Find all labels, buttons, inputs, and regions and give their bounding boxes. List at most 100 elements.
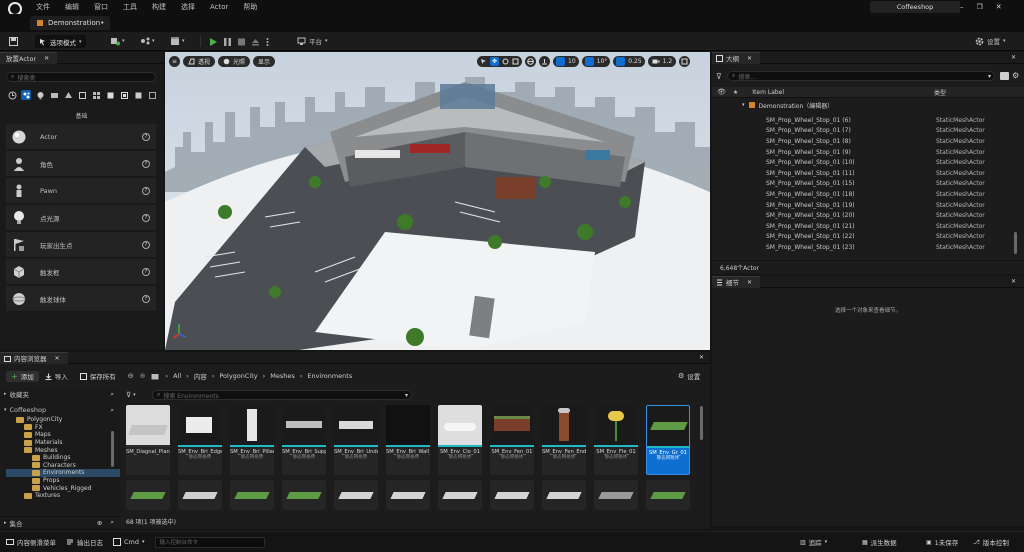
save-all-button[interactable]: 保存所有	[79, 371, 116, 381]
trace-button[interactable]: ▥ 追踪 ▾	[800, 537, 827, 548]
geometry-category-icon[interactable]	[77, 90, 87, 100]
breadcrumb-item[interactable]: Environments	[307, 372, 352, 380]
item-label-column[interactable]: Item Label	[752, 89, 784, 96]
maximize-icon[interactable]: ❐	[977, 3, 983, 11]
menu-file[interactable]: 文件	[36, 2, 50, 12]
lights-category-icon[interactable]	[35, 90, 45, 100]
place-actors-tab[interactable]: 放置Actor ✕	[0, 51, 58, 64]
derived-data-button[interactable]: ▦ 派生数据	[862, 537, 897, 548]
pause-icon[interactable]	[223, 37, 232, 47]
tree-folder[interactable]: Buildings	[6, 454, 120, 462]
add-filter-icon[interactable]: ⊽	[716, 72, 722, 81]
help-icon[interactable]: ?	[142, 159, 150, 168]
outliner-row[interactable]: SM_Prop_Wheel_Stop_01 (8) StaticMeshActor	[712, 136, 1012, 147]
actor-item-character[interactable]: 角色 ?	[6, 151, 156, 177]
outliner-row[interactable]: SM_Prop_Wheel_Stop_01 (18) StaticMeshActo…	[712, 189, 1012, 200]
viewport-options-button[interactable]: ≡	[169, 56, 180, 67]
actor-item-player-start[interactable]: 玩家出生点 ?	[6, 232, 156, 258]
camera-speed-button[interactable]: 1.2	[647, 56, 677, 67]
maximize-viewport-button[interactable]	[679, 56, 691, 67]
tree-folder[interactable]: Meshes	[6, 446, 120, 454]
import-button[interactable]: 导入	[45, 371, 68, 381]
asset-tile[interactable]: SM_Env_Clo_01 静态网格体	[438, 405, 482, 475]
add-button[interactable]: + 添加	[6, 370, 39, 382]
menu-build[interactable]: 构建	[152, 2, 166, 12]
menu-actor[interactable]: Actor	[210, 3, 228, 11]
eject-icon[interactable]	[251, 37, 260, 47]
tree-folder[interactable]: Characters	[6, 462, 120, 470]
tree-folder[interactable]: Textures	[6, 492, 120, 500]
breadcrumb-item[interactable]: All	[173, 372, 181, 380]
filter-button[interactable]: ⊽ ▾	[126, 391, 136, 399]
tree-folder-selected[interactable]: Environments	[6, 469, 120, 477]
asset-tile[interactable]	[282, 480, 326, 510]
asset-tile[interactable]	[230, 480, 274, 510]
play-icon[interactable]	[208, 37, 218, 47]
chevron-down-icon[interactable]: ▾	[988, 73, 991, 80]
translate-icon[interactable]: ✥	[490, 57, 499, 66]
blueprint-button[interactable]: ▾	[140, 36, 155, 46]
tree-scrollbar[interactable]	[111, 431, 114, 467]
asset-tile[interactable]	[386, 480, 430, 510]
tree-folder[interactable]: PolygonCity	[6, 416, 120, 424]
actor-item-trigger-sphere[interactable]: 触发球体 ?	[6, 286, 156, 312]
content-category-icon[interactable]	[133, 90, 143, 100]
content-drawer-button[interactable]: 内容侧滑菜单	[6, 537, 56, 547]
unsaved-button[interactable]: ▣ 1未保存	[926, 537, 958, 548]
help-icon[interactable]: ?	[142, 213, 150, 222]
all-classes-category-icon[interactable]	[119, 90, 129, 100]
tree-folder[interactable]: Props	[6, 477, 120, 485]
asset-tile[interactable]: SM_Env_Bri_Edge_01 静态网格体	[178, 405, 222, 475]
help-icon[interactable]: ?	[142, 267, 150, 276]
chevron-down-icon[interactable]: ▾	[405, 392, 408, 399]
asset-tile[interactable]	[594, 480, 638, 510]
breadcrumb-item[interactable]: PolygonCity	[219, 372, 257, 380]
outliner-row[interactable]: SM_Prop_Wheel_Stop_01 (22) StaticMeshActo…	[712, 232, 1012, 243]
close-panel-icon[interactable]: ✕	[699, 354, 704, 361]
console-input[interactable]: 输入控制台命令	[154, 536, 265, 548]
folder-icon[interactable]	[151, 373, 159, 380]
help-icon[interactable]: ?	[142, 294, 150, 303]
mode-selector[interactable]: 选项模式 ▾	[35, 35, 86, 48]
platform-button[interactable]: 平台 ▾	[297, 36, 328, 46]
menu-window[interactable]: 窗口	[94, 2, 108, 12]
search-icon[interactable]: ⌕	[110, 390, 114, 399]
help-icon[interactable]: ?	[142, 186, 150, 195]
world-local-toggle[interactable]	[525, 56, 536, 67]
close-tab-icon[interactable]: ✕	[747, 55, 752, 62]
asset-tile[interactable]: SM_Diagnal_Plane_01	[126, 405, 170, 475]
outliner-tab[interactable]: 大纲 ✕	[712, 51, 761, 64]
rotation-snap-button[interactable]: 10°	[581, 56, 611, 67]
history-forward-icon[interactable]: ⊕	[140, 372, 146, 380]
class-search-input[interactable]: ⌕ 搜索类	[6, 72, 156, 82]
actor-item-actor[interactable]: Actor ?	[6, 124, 156, 150]
close-tab-icon[interactable]: ✕	[55, 355, 60, 362]
menu-tools[interactable]: 工具	[123, 2, 137, 12]
add-actor-button[interactable]: ▾	[110, 36, 125, 46]
recent-icon[interactable]	[7, 90, 17, 100]
asset-tile-selected[interactable]: SM_Env_Gr_01 静态网格体	[646, 405, 690, 475]
asset-tile[interactable]	[542, 480, 586, 510]
visibility-column-icon[interactable]: 👁	[717, 88, 726, 96]
output-log-button[interactable]: 输出日志	[66, 537, 103, 547]
close-icon[interactable]: ✕	[996, 3, 1002, 11]
outliner-row[interactable]: SM_Prop_Wheel_Stop_01 (10) StaticMeshActo…	[712, 157, 1012, 168]
show-button[interactable]: 显示	[253, 56, 276, 67]
close-tab-icon[interactable]: ✕	[44, 55, 49, 62]
shapes-category-icon[interactable]	[105, 90, 115, 100]
outliner-scrollbar[interactable]	[1014, 232, 1017, 254]
asset-tile[interactable]: SM_Env_Fle_01 静态网格体	[594, 405, 638, 475]
lighting-button[interactable]: 光照	[218, 56, 251, 67]
asset-tile[interactable]: SM_Env_Fen_End_01 静态网格体	[542, 405, 586, 475]
pin-column-icon[interactable]: ★	[733, 89, 738, 96]
menu-edit[interactable]: 编辑	[65, 2, 79, 12]
stop-icon[interactable]	[237, 37, 246, 47]
favorites-section[interactable]: ▸ 收藏夹 ⌕	[0, 388, 120, 400]
surface-snap-toggle[interactable]	[539, 56, 550, 67]
tree-folder[interactable]: Materials	[6, 439, 120, 447]
save-icon[interactable]	[8, 36, 18, 46]
outliner-row[interactable]: SM_Prop_Wheel_Stop_01 (7) StaticMeshActor	[712, 126, 1012, 137]
project-section[interactable]: ▾ Coffeeshop ⌕	[0, 404, 120, 416]
close-panel-icon[interactable]: ✕	[1011, 54, 1016, 61]
asset-tile[interactable]: SM_Env_Bri_Underside_01 静态网格体	[334, 405, 378, 475]
